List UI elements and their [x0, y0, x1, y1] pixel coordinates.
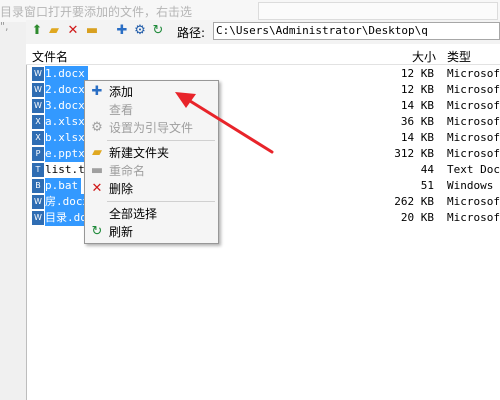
arrow-head [175, 92, 196, 108]
annotation-arrow [175, 92, 274, 154]
arrow-shaft [180, 94, 274, 154]
